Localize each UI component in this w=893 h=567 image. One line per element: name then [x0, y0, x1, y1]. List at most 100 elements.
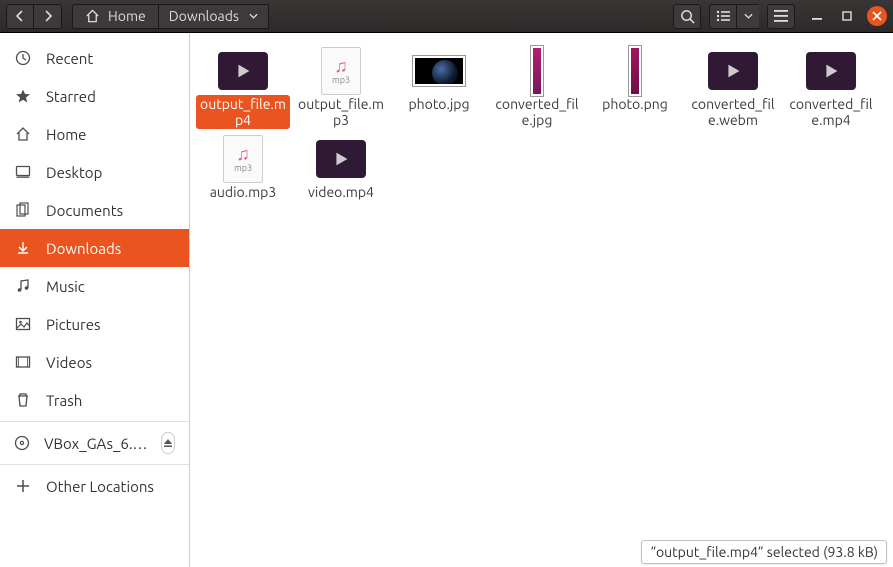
video-thumb-icon [218, 52, 268, 90]
chevron-down-icon [744, 13, 753, 20]
audio-thumb-icon: ♫mp3 [223, 135, 263, 183]
home-icon [85, 9, 100, 23]
sidebar-item-label: Recent [46, 50, 93, 67]
sidebar-item-label: Trash [46, 392, 82, 409]
sidebar-item-label: Music [46, 278, 85, 295]
file-thumb [413, 49, 465, 93]
image-thumb-icon [629, 46, 641, 96]
sidebar-item-label: Documents [46, 202, 123, 219]
view-controls [709, 4, 759, 29]
sidebar-item-videos[interactable]: Videos [0, 343, 189, 381]
image-thumb-icon [531, 46, 543, 96]
path-home-button[interactable]: Home [72, 4, 159, 29]
status-bar: “output_file.mp4” selected (93.8 kB) [641, 540, 887, 564]
plus-icon [14, 479, 32, 493]
list-view-button[interactable] [709, 4, 737, 29]
sidebar-item-documents[interactable]: Documents [0, 191, 189, 229]
music-icon [14, 278, 32, 294]
file-thumb [217, 49, 269, 93]
file-grid: output_file.mp4♫mp3output_file.mp3photo.… [190, 33, 893, 205]
file-item[interactable]: photo.jpg [390, 45, 488, 133]
file-item[interactable]: converted_file.webm [684, 45, 782, 133]
file-thumb: ♫mp3 [315, 49, 367, 93]
documents-icon [14, 202, 32, 218]
file-label: converted_file.jpg [490, 95, 584, 129]
sidebar-item-home[interactable]: Home [0, 115, 189, 153]
main-split: Recent Starred Home Desktop Documents Downloa… [0, 33, 893, 567]
home-icon [14, 126, 32, 142]
status-text: “output_file.mp4” selected (93.8 kB) [650, 544, 878, 560]
file-item[interactable]: output_file.mp4 [194, 45, 292, 133]
download-icon [14, 240, 32, 256]
disc-icon [14, 435, 30, 451]
file-label: photo.jpg [404, 95, 473, 113]
sidebar-mount-vbox[interactable]: VBox_GAs_6.… [0, 424, 189, 462]
list-icon [716, 10, 730, 22]
file-thumb [609, 49, 661, 93]
star-icon [14, 88, 32, 104]
sidebar-item-label: Starred [46, 88, 96, 105]
file-label: output_file.mp4 [196, 95, 290, 129]
forward-button[interactable] [34, 4, 62, 29]
search-icon [680, 9, 695, 24]
sidebar-item-pictures[interactable]: Pictures [0, 305, 189, 343]
sidebar-item-trash[interactable]: Trash [0, 381, 189, 419]
sidebar-other-label: Other Locations [46, 478, 154, 495]
desktop-icon [14, 164, 32, 180]
file-label: output_file.mp3 [294, 95, 388, 129]
file-item[interactable]: ♫mp3output_file.mp3 [292, 45, 390, 133]
sidebar-item-desktop[interactable]: Desktop [0, 153, 189, 191]
back-button[interactable] [6, 4, 34, 29]
sidebar: Recent Starred Home Desktop Documents Downloa… [0, 33, 190, 567]
sidebar-other-locations[interactable]: Other Locations [0, 467, 189, 505]
sidebar-item-label: Videos [46, 354, 92, 371]
path-home-label: Home [108, 8, 146, 24]
file-item[interactable]: video.mp4 [292, 133, 390, 205]
view-dropdown-button[interactable] [737, 4, 759, 29]
sidebar-divider [0, 464, 189, 465]
file-item[interactable]: photo.png [586, 45, 684, 133]
file-item[interactable]: converted_file.mp4 [782, 45, 880, 133]
minimize-icon [812, 11, 822, 21]
sidebar-item-label: Home [46, 126, 86, 143]
minimize-button[interactable] [807, 6, 827, 26]
close-icon [872, 11, 882, 21]
path-crumb-downloads[interactable]: Downloads [159, 4, 269, 29]
video-icon [14, 354, 32, 370]
audio-thumb-icon: ♫mp3 [321, 47, 361, 95]
sidebar-item-music[interactable]: Music [0, 267, 189, 305]
file-label: photo.png [598, 95, 672, 113]
sidebar-item-label: Pictures [46, 316, 101, 333]
maximize-icon [842, 11, 852, 21]
trash-icon [14, 392, 32, 408]
sidebar-item-label: Downloads [46, 240, 121, 257]
close-button[interactable] [867, 6, 887, 26]
chevron-left-icon [15, 10, 25, 22]
file-thumb [511, 49, 563, 93]
chevron-right-icon [43, 10, 53, 22]
file-label: audio.mp3 [206, 183, 281, 201]
path-bar: Home Downloads [72, 4, 269, 29]
file-thumb: ♫mp3 [217, 137, 269, 181]
image-thumb-icon [413, 56, 465, 86]
file-item[interactable]: converted_file.jpg [488, 45, 586, 133]
sidebar-item-downloads[interactable]: Downloads [0, 229, 189, 267]
picture-icon [14, 316, 32, 332]
menu-button[interactable] [767, 4, 795, 29]
search-button[interactable] [673, 4, 701, 29]
content-area[interactable]: output_file.mp4♫mp3output_file.mp3photo.… [190, 33, 893, 567]
maximize-button[interactable] [837, 6, 857, 26]
sidebar-item-recent[interactable]: Recent [0, 39, 189, 77]
eject-button[interactable] [161, 432, 175, 454]
clock-icon [14, 50, 32, 66]
sidebar-divider [0, 421, 189, 422]
sidebar-mount-label: VBox_GAs_6.… [44, 435, 147, 452]
sidebar-item-label: Desktop [46, 164, 102, 181]
video-thumb-icon [806, 52, 856, 90]
chevron-down-icon [249, 13, 258, 20]
file-label: converted_file.mp4 [784, 95, 878, 129]
video-thumb-icon [316, 140, 366, 178]
file-item[interactable]: ♫mp3audio.mp3 [194, 133, 292, 205]
sidebar-item-starred[interactable]: Starred [0, 77, 189, 115]
file-label: video.mp4 [304, 183, 378, 201]
